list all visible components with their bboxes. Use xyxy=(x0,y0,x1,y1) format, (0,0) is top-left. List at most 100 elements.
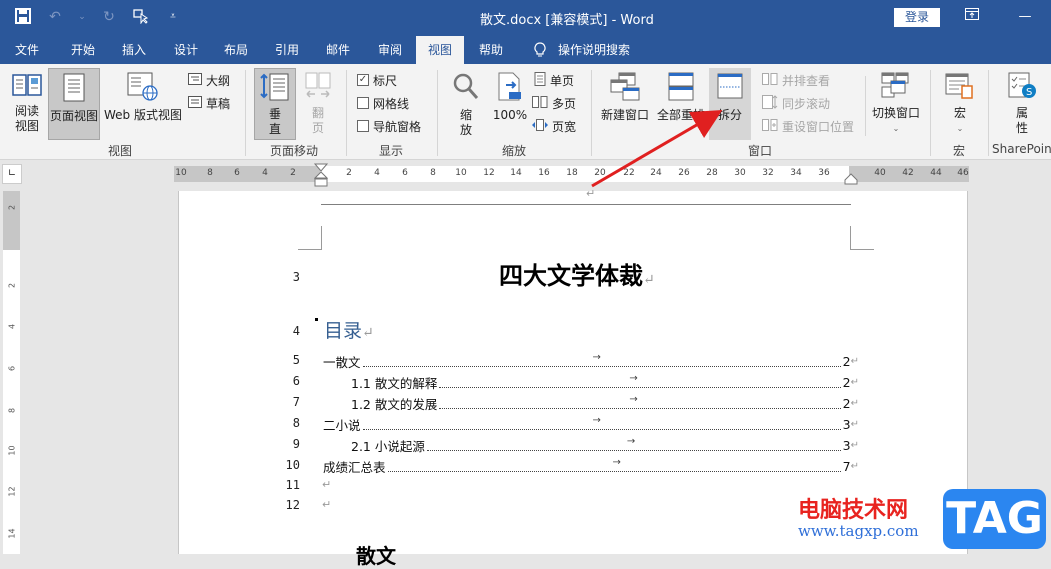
tab-review[interactable]: 审阅 xyxy=(370,36,410,64)
line-number: 8 xyxy=(292,416,300,430)
checkbox-checked-icon[interactable]: ✓ xyxy=(357,74,369,86)
touch-mode-icon[interactable] xyxy=(132,8,150,26)
web-layout-button[interactable]: Web 版式视图 xyxy=(103,68,183,140)
checkbox-unchecked-icon[interactable] xyxy=(357,97,369,109)
ruler-left-margin xyxy=(174,166,320,182)
save-icon[interactable] xyxy=(14,8,32,26)
ruler-tick: 10 xyxy=(7,445,17,456)
vertical-ruler[interactable]: 2 2 4 6 8 10 12 14 xyxy=(3,191,20,554)
svg-text:S: S xyxy=(1026,87,1032,98)
tab-layout[interactable]: 布局 xyxy=(216,36,256,64)
ruler-checkbox[interactable]: ✓ 标尺 xyxy=(357,70,397,90)
ruler-tick: 18 xyxy=(566,168,578,178)
zoom-button[interactable]: 缩 放 xyxy=(448,68,484,140)
customize-qat-icon[interactable]: ⩡ xyxy=(164,8,182,26)
ribbon-display-icon[interactable] xyxy=(957,6,987,28)
zoom-100-icon xyxy=(490,72,530,106)
ruler-tick: 36 xyxy=(818,168,830,178)
tab-mailings[interactable]: 邮件 xyxy=(318,36,358,64)
print-layout-button[interactable]: 页面视图 xyxy=(48,68,100,140)
switch-windows-button[interactable]: 切换窗口 ⌄ xyxy=(868,68,924,140)
group-separator xyxy=(930,70,931,156)
tab-insert[interactable]: 插入 xyxy=(114,36,154,64)
chevron-down-icon: ⌄ xyxy=(956,124,964,133)
ruler-tick: 4 xyxy=(7,323,17,330)
toc-entry[interactable]: 一散文 → 2 ↵ xyxy=(323,352,859,370)
tab-help[interactable]: 帮助 xyxy=(471,36,511,64)
ruler-tick: 8 xyxy=(7,407,17,414)
side-to-side-icon xyxy=(298,72,338,104)
toc-entry[interactable]: 2.1 小说起源 → 3 ↵ xyxy=(351,436,859,454)
tab-view[interactable]: 视图 xyxy=(416,36,464,64)
side-to-side-button[interactable]: 翻 页 xyxy=(298,68,338,140)
indent-marker-right[interactable] xyxy=(844,173,858,185)
toc-entry[interactable]: 1.2 散文的发展 → 2 ↵ xyxy=(351,394,859,412)
indent-marker-left[interactable] xyxy=(314,163,328,189)
reset-window-position-button[interactable]: 重设窗口位置 xyxy=(762,116,854,136)
group-separator xyxy=(346,70,347,156)
paragraph-mark: ↵ xyxy=(586,187,596,200)
toc-heading[interactable]: 目录↵ xyxy=(324,316,374,343)
toc-entry[interactable]: 成绩汇总表 → 7 ↵ xyxy=(323,457,859,475)
chevron-down-icon: ⌄ xyxy=(892,124,900,133)
ruler-tick: 2 xyxy=(346,168,352,178)
tab-mark: → xyxy=(629,393,638,405)
draft-button[interactable]: 草稿 xyxy=(188,93,230,113)
group-label-window: 窗口 xyxy=(748,144,773,158)
ruler-tick: 12 xyxy=(7,486,17,497)
page-width-button[interactable]: 页宽 xyxy=(532,116,576,136)
one-page-button[interactable]: 单页 xyxy=(534,70,574,90)
login-button[interactable]: 登录 xyxy=(894,8,940,27)
undo-dropdown-icon[interactable]: ⌄ xyxy=(78,8,86,26)
group-separator xyxy=(437,70,438,156)
checkbox-unchecked-icon[interactable] xyxy=(357,120,369,132)
arrange-all-button[interactable]: 全部重排 xyxy=(654,68,708,140)
tab-selector-button[interactable]: ∟ xyxy=(2,164,22,184)
watermark-url: www.tagxp.com xyxy=(798,522,919,540)
vertical-scroll-icon xyxy=(255,73,295,105)
zoom-100-button[interactable]: 100% xyxy=(490,68,530,140)
ruler-tick: 30 xyxy=(734,168,746,178)
title-bar: ↶ ⌄ ↻ ⩡ 散文.docx [兼容模式] - Word 登录 — xyxy=(0,0,1051,36)
tab-references[interactable]: 引用 xyxy=(267,36,307,64)
sharepoint-properties-icon: S xyxy=(1002,72,1042,104)
multiple-pages-button[interactable]: 多页 xyxy=(532,93,576,113)
navigation-pane-checkbox[interactable]: 导航窗格 xyxy=(357,116,421,136)
split-button[interactable]: 拆分 xyxy=(709,68,751,140)
lightbulb-icon[interactable] xyxy=(530,36,550,64)
toc-entry[interactable]: 1.1 散文的解释 → 2 ↵ xyxy=(351,373,859,391)
toc-entry[interactable]: 二小说 → 3 ↵ xyxy=(323,415,859,433)
outline-button[interactable]: 大纲 xyxy=(188,70,230,90)
tab-home[interactable]: 开始 xyxy=(62,36,104,64)
horizontal-ruler[interactable]: 10 8 6 4 2 2 4 6 8 10 12 14 16 18 20 22 … xyxy=(174,163,969,187)
ruler-tick: 8 xyxy=(430,168,436,178)
document-title[interactable]: 四大文学体裁↵ xyxy=(499,256,655,291)
header-separator-line xyxy=(321,204,851,205)
properties-button[interactable]: S 属 性 xyxy=(1002,68,1042,140)
group-label-macros: 宏 xyxy=(953,144,966,158)
window-title: 散文.docx [兼容模式] - Word xyxy=(480,13,654,28)
vertical-button[interactable]: 垂 直 xyxy=(254,68,296,140)
quick-access-toolbar: ↶ ⌄ ↻ ⩡ xyxy=(14,8,182,26)
next-heading-partial: 散文 xyxy=(356,544,396,568)
ruler-tick: 16 xyxy=(538,168,550,178)
tab-design[interactable]: 设计 xyxy=(166,36,206,64)
view-side-by-side-button[interactable]: 并排查看 xyxy=(762,70,830,90)
ruler-tick: 2 xyxy=(290,168,296,178)
macros-button[interactable]: 宏 ⌄ xyxy=(938,68,982,140)
minimize-icon[interactable]: — xyxy=(1010,6,1040,28)
print-layout-icon xyxy=(49,73,99,107)
tab-file[interactable]: 文件 xyxy=(8,36,46,64)
tell-me-search[interactable]: 操作说明搜索 xyxy=(556,36,632,64)
synchronous-scrolling-button[interactable]: 同步滚动 xyxy=(762,93,830,113)
watermark-site-name: 电脑技术网 xyxy=(798,498,909,523)
new-window-button[interactable]: 新建窗口 xyxy=(598,68,652,140)
gridlines-checkbox[interactable]: 网格线 xyxy=(357,93,409,113)
ruler-tick: 22 xyxy=(623,168,635,178)
paragraph-mark: ↵ xyxy=(362,325,374,341)
read-mode-button[interactable]: 阅读 视图 xyxy=(6,68,48,140)
line-number: 5 xyxy=(292,353,300,367)
group-label-zoom: 缩放 xyxy=(502,144,527,158)
redo-icon[interactable]: ↻ xyxy=(100,8,118,26)
undo-icon[interactable]: ↶ xyxy=(46,8,64,26)
